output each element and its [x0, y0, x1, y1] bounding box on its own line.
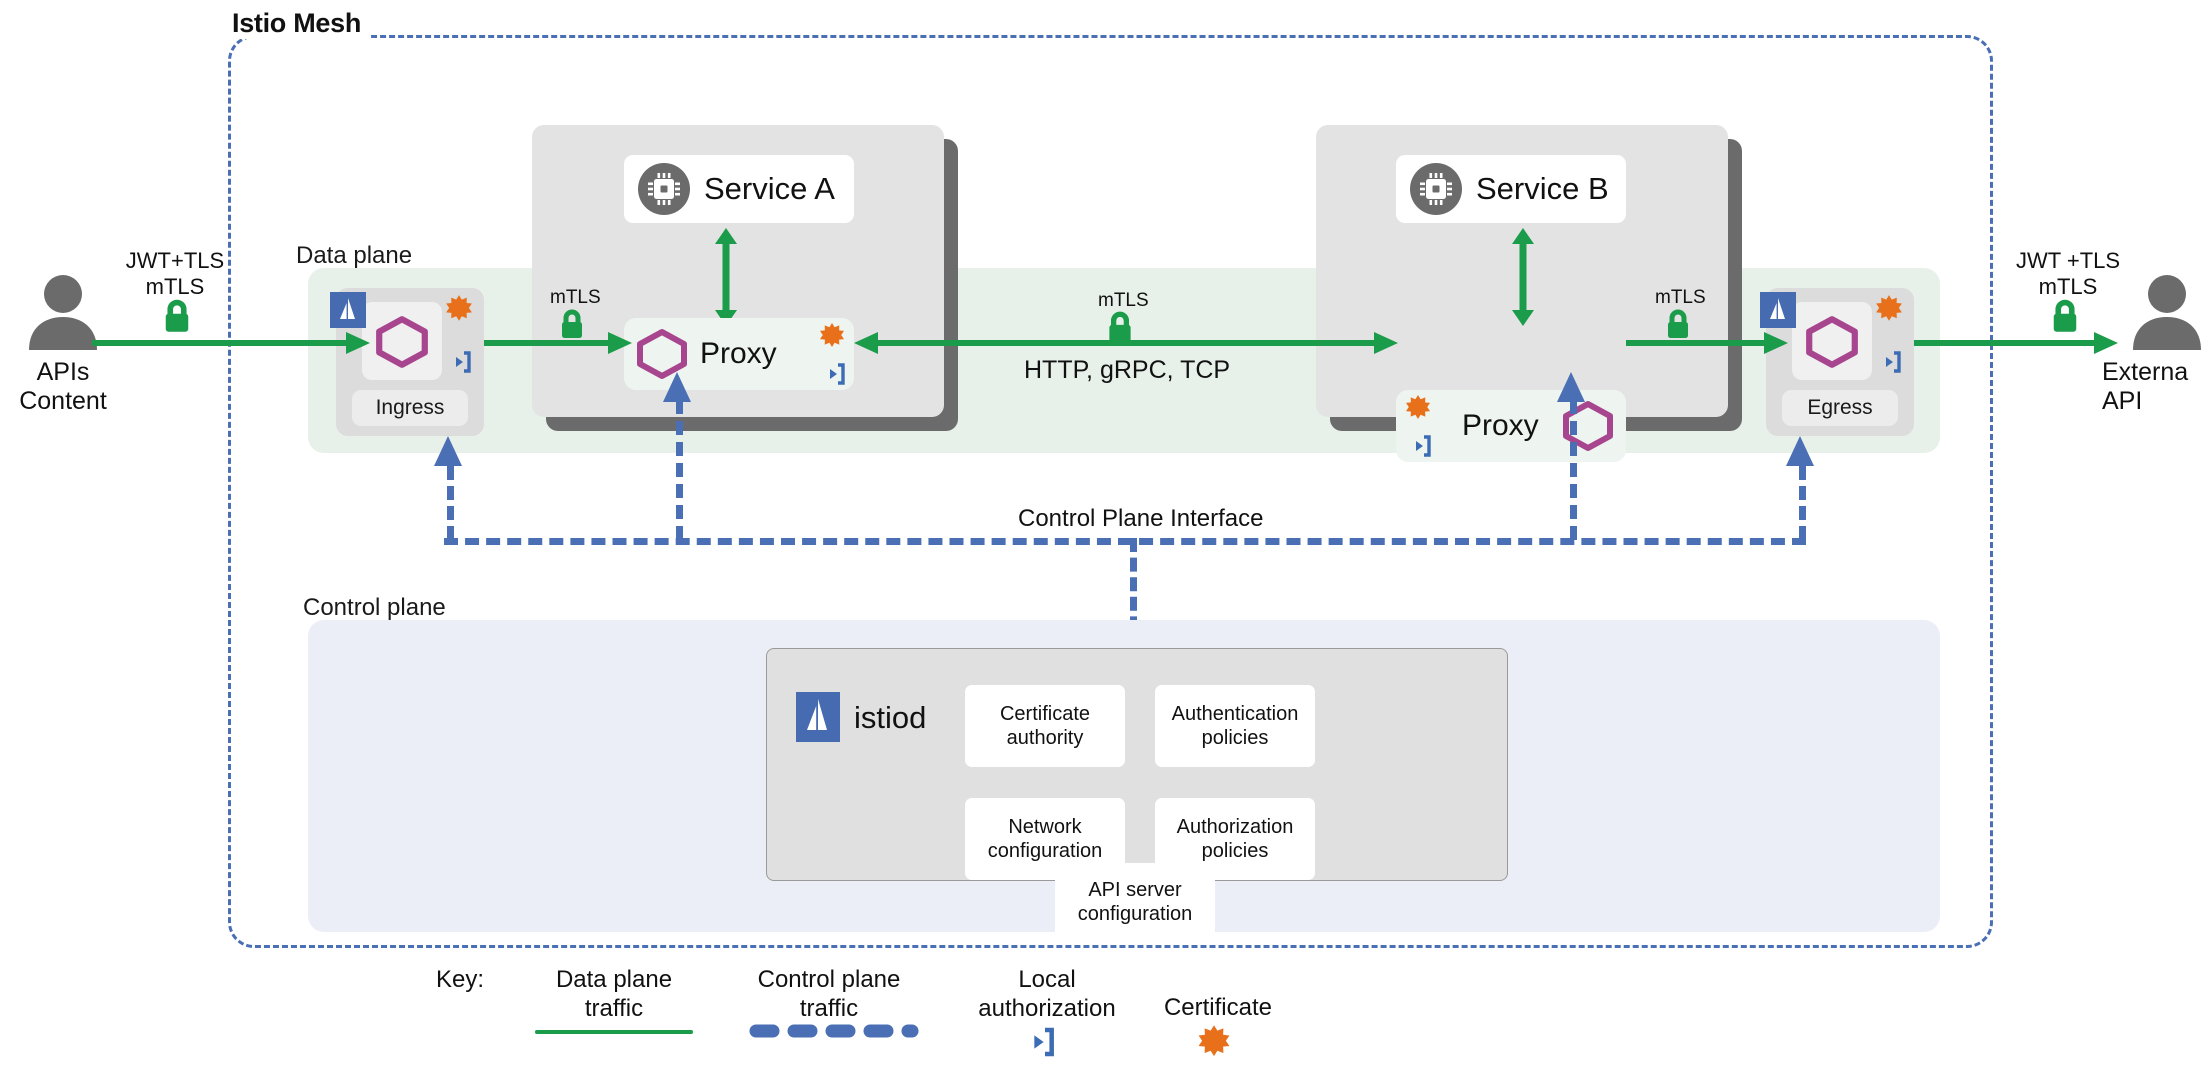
istiod-label: istiod [854, 700, 926, 736]
lock-icon [1104, 310, 1136, 344]
proxy-b-to-egress-arrow [1626, 332, 1790, 354]
data-plane-caption: Data plane [296, 242, 412, 270]
certificate-starburst-icon [1404, 394, 1432, 422]
service-a-proxy-label: Proxy [700, 337, 777, 371]
proxy-a-inbound-arrow [854, 332, 1006, 354]
ingress-gateway-label: Ingress [352, 390, 468, 426]
left-actor-label: APIs Content [0, 358, 126, 416]
service-a-inbound-mtls-label: mTLS [550, 287, 601, 309]
istio-architecture-diagram: Istio Mesh Data plane Control plane [0, 0, 2208, 1080]
egress-edge-protocol-label: JWT +TLS mTLS [1988, 248, 2148, 301]
certificate-starburst-icon [1196, 1024, 1232, 1060]
control-plane-interface-label: Control Plane Interface [1012, 505, 1269, 533]
ingress-gateway-card[interactable]: Ingress [336, 288, 484, 436]
service-b-proxy-traffic-arrow [1510, 228, 1536, 326]
ingress-edge-protocol-label: JWT+TLS mTLS [100, 248, 250, 301]
lock-icon [160, 298, 194, 334]
mesh-traffic-mtls-label: mTLS [1098, 290, 1149, 312]
istio-sail-icon [1760, 292, 1796, 328]
certificate-starburst-icon [818, 322, 846, 350]
service-b-outbound-mtls-label: mTLS [1655, 287, 1706, 309]
legend-swatch-control-plane-traffic [748, 1022, 920, 1040]
chip-certificate-authority[interactable]: Certificate authority [965, 685, 1125, 767]
local-authorization-icon [1404, 434, 1432, 458]
lock-icon [2048, 298, 2082, 334]
chip-authentication-policies[interactable]: Authentication policies [1155, 685, 1315, 767]
control-plane-arrowhead-proxy-a [663, 372, 691, 404]
control-plane-arrowhead-egress [1786, 436, 1814, 470]
ingress-edge-traffic-arrow [92, 332, 372, 354]
mesh-traffic-arrow [1000, 332, 1400, 354]
local-authorization-icon [818, 362, 846, 386]
service-a-card[interactable]: Service A [624, 155, 854, 223]
egress-edge-traffic-arrow [1914, 332, 2120, 354]
envoy-hexagon-icon [1560, 400, 1616, 452]
right-actor-label: Externa API [2102, 358, 2208, 416]
local-authorization-icon [1874, 350, 1902, 374]
istiod-box [766, 648, 1508, 881]
egress-gateway-label: Egress [1782, 390, 1898, 426]
local-authorization-icon [444, 350, 472, 374]
envoy-hexagon-icon [1803, 315, 1861, 369]
chip-icon [1410, 163, 1462, 215]
control-plane-riser-proxy-a [676, 400, 683, 540]
ingress-to-proxy-a-arrow [484, 332, 634, 354]
control-plane-arrowhead-proxy-b [1557, 372, 1585, 404]
control-plane-interface-bus [444, 538, 1806, 545]
egress-gateway-proxy-inner [1792, 302, 1872, 380]
chip-icon [638, 163, 690, 215]
service-b-proxy-label: Proxy [1462, 409, 1539, 443]
service-b-card[interactable]: Service B [1396, 155, 1626, 223]
service-a-proxy-traffic-arrow [713, 228, 739, 326]
control-plane-riser-egress [1799, 466, 1806, 540]
control-plane-riser-proxy-b [1570, 400, 1577, 540]
left-actor-person-icon [24, 272, 102, 350]
istio-sail-icon [330, 292, 366, 328]
legend-label-control-plane-traffic: Control plane traffic [735, 966, 923, 1024]
local-authorization-icon [1018, 1026, 1056, 1058]
istio-mesh-title: Istio Mesh [228, 8, 369, 39]
control-plane-riser-ingress [447, 466, 454, 540]
legend-label-certificate: Certificate [1134, 994, 1302, 1023]
service-a-proxy-card[interactable]: Proxy [624, 318, 854, 390]
egress-gateway-card[interactable]: Egress [1766, 288, 1914, 436]
legend-label-data-plane-traffic: Data plane traffic [524, 966, 704, 1024]
envoy-hexagon-icon [373, 315, 431, 369]
legend-key-label: Key: [436, 966, 484, 994]
legend-swatch-data-plane-traffic [535, 1030, 693, 1034]
control-plane-caption: Control plane [303, 594, 446, 622]
mesh-traffic-protocols-label: HTTP, gRPC, TCP [1024, 356, 1230, 385]
legend-label-local-authorization: Local authorization [942, 966, 1152, 1024]
chip-api-server-configuration[interactable]: API server configuration [1055, 863, 1215, 941]
certificate-starburst-icon [1874, 294, 1904, 324]
service-b-proxy-card[interactable]: Proxy [1396, 390, 1626, 462]
istio-sail-icon [796, 692, 840, 742]
service-a-label: Service A [704, 171, 835, 207]
ingress-gateway-proxy-inner [362, 302, 442, 380]
certificate-starburst-icon [444, 294, 474, 324]
control-plane-arrowhead-ingress [434, 436, 462, 470]
service-b-label: Service B [1476, 171, 1609, 207]
